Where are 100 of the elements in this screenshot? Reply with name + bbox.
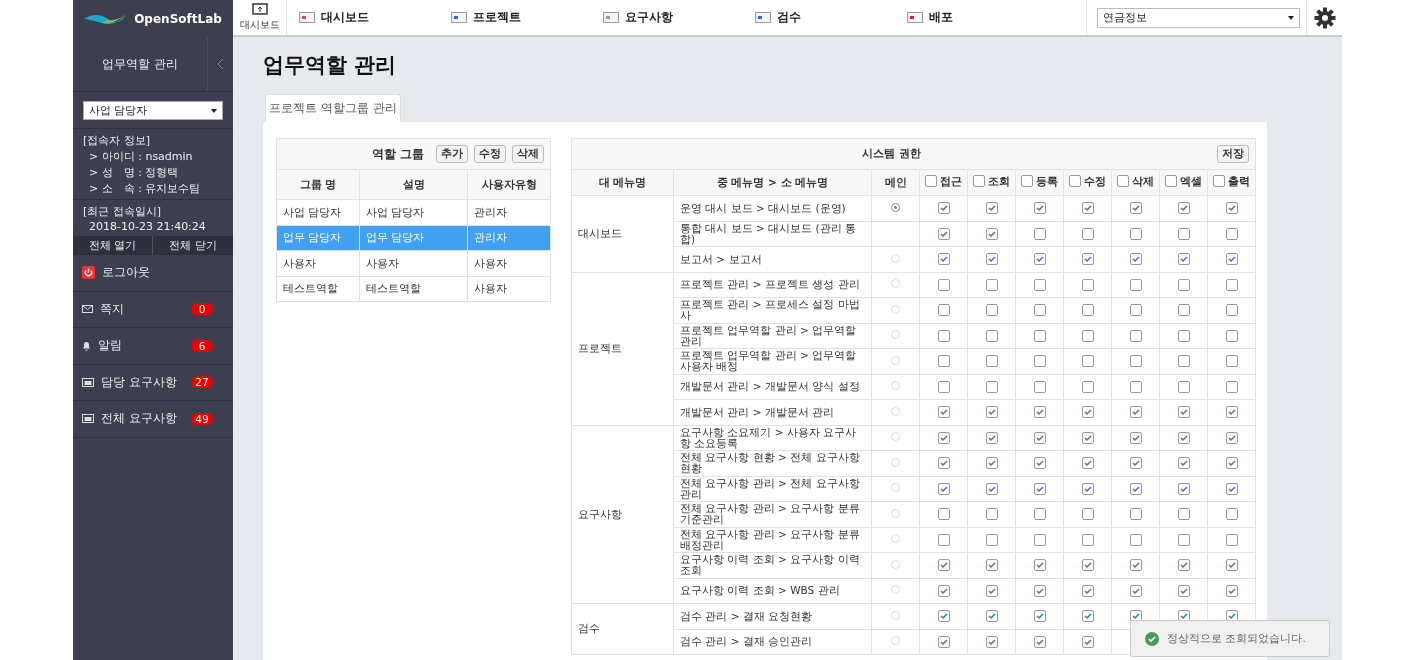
checkbox[interactable] <box>1033 278 1046 291</box>
checkbox[interactable] <box>937 278 950 291</box>
checkbox[interactable] <box>985 635 998 648</box>
checkbox[interactable] <box>1129 431 1142 444</box>
checkbox[interactable] <box>1081 227 1094 240</box>
checkbox[interactable] <box>985 508 998 521</box>
checkbox[interactable] <box>1129 457 1142 470</box>
checkbox[interactable] <box>1081 406 1094 419</box>
checkbox[interactable] <box>925 175 938 188</box>
checkbox[interactable] <box>937 227 950 240</box>
checkbox[interactable] <box>1129 227 1142 240</box>
checkbox[interactable] <box>937 406 950 419</box>
checkbox[interactable] <box>1225 253 1238 266</box>
checkbox[interactable] <box>937 355 950 368</box>
checkbox[interactable] <box>1177 227 1190 240</box>
checkbox[interactable] <box>985 482 998 495</box>
checkbox[interactable] <box>985 584 998 597</box>
checkbox[interactable] <box>1033 508 1046 521</box>
checkbox[interactable] <box>1225 559 1238 572</box>
sidebar-item[interactable]: 전체 요구사항 49 <box>73 401 233 438</box>
nav-item[interactable]: 검수 <box>755 0 907 35</box>
checkbox[interactable] <box>1033 406 1046 419</box>
checkbox[interactable] <box>1177 406 1190 419</box>
checkbox[interactable] <box>937 482 950 495</box>
checkbox[interactable] <box>1129 304 1142 317</box>
role-select[interactable]: 사업 담당자 <box>83 101 223 120</box>
checkbox[interactable] <box>1129 278 1142 291</box>
checkbox[interactable] <box>937 559 950 572</box>
table-cell[interactable]: 사용자 <box>359 250 468 276</box>
checkbox[interactable] <box>1081 635 1094 648</box>
checkbox[interactable] <box>1129 380 1142 393</box>
checkbox[interactable] <box>1033 610 1046 623</box>
toggle-button[interactable]: 전체 닫기 <box>153 236 233 255</box>
table-cell[interactable]: 테스트역할 <box>359 276 468 302</box>
checkbox[interactable] <box>1225 355 1238 368</box>
checkbox[interactable] <box>1129 533 1142 546</box>
checkbox[interactable] <box>1177 431 1190 444</box>
checkbox[interactable] <box>985 559 998 572</box>
checkbox[interactable] <box>1081 304 1094 317</box>
checkbox[interactable] <box>1225 202 1238 215</box>
checkbox[interactable] <box>1177 253 1190 266</box>
table-cell[interactable]: 사용자 <box>276 250 360 276</box>
checkbox[interactable] <box>985 380 998 393</box>
checkbox[interactable] <box>1081 278 1094 291</box>
checkbox[interactable] <box>1225 457 1238 470</box>
checkbox[interactable] <box>1081 508 1094 521</box>
checkbox[interactable] <box>1177 559 1190 572</box>
checkbox[interactable] <box>937 431 950 444</box>
checkbox[interactable] <box>1213 175 1226 188</box>
checkbox[interactable] <box>1033 457 1046 470</box>
checkbox[interactable] <box>973 175 986 188</box>
nav-item[interactable]: 프로젝트 <box>451 0 603 35</box>
checkbox[interactable] <box>985 457 998 470</box>
checkbox[interactable] <box>937 533 950 546</box>
checkbox[interactable] <box>1129 202 1142 215</box>
checkbox[interactable] <box>1129 482 1142 495</box>
checkbox[interactable] <box>1033 380 1046 393</box>
checkbox[interactable] <box>937 457 950 470</box>
checkbox[interactable] <box>1081 431 1094 444</box>
collapse-icon[interactable] <box>217 58 224 70</box>
sidebar-item[interactable]: 담당 요구사항 27 <box>73 364 233 401</box>
checkbox[interactable] <box>1117 175 1130 188</box>
checkbox[interactable] <box>1225 304 1238 317</box>
nav-item[interactable]: 배포 <box>907 0 1059 35</box>
checkbox[interactable] <box>1081 533 1094 546</box>
checkbox[interactable] <box>985 253 998 266</box>
checkbox[interactable] <box>1177 304 1190 317</box>
checkbox[interactable] <box>985 533 998 546</box>
checkbox[interactable] <box>1033 253 1046 266</box>
checkbox[interactable] <box>1225 278 1238 291</box>
home-button[interactable]: 대시보드 <box>233 0 287 35</box>
checkbox[interactable] <box>1081 355 1094 368</box>
checkbox[interactable] <box>985 304 998 317</box>
checkbox[interactable] <box>985 227 998 240</box>
checkbox[interactable] <box>985 355 998 368</box>
checkbox[interactable] <box>1069 175 1082 188</box>
table-cell[interactable]: 테스트역할 <box>276 276 360 302</box>
checkbox[interactable] <box>1129 253 1142 266</box>
checkbox[interactable] <box>1177 508 1190 521</box>
action-button[interactable]: 삭제 <box>512 145 545 163</box>
checkbox[interactable] <box>1033 635 1046 648</box>
radio-button[interactable] <box>891 202 901 212</box>
table-cell[interactable]: 사용자 <box>467 276 551 302</box>
checkbox[interactable] <box>1081 329 1094 342</box>
checkbox[interactable] <box>937 584 950 597</box>
action-button[interactable]: 추가 <box>436 145 469 163</box>
sidebar-item[interactable]: 로그아웃 <box>73 255 233 292</box>
sidebar-item[interactable]: 쪽지 0 <box>73 291 233 328</box>
checkbox[interactable] <box>1033 304 1046 317</box>
checkbox[interactable] <box>1033 482 1046 495</box>
checkbox[interactable] <box>1033 533 1046 546</box>
toggle-button[interactable]: 전체 열기 <box>73 236 153 255</box>
checkbox[interactable] <box>1225 482 1238 495</box>
table-cell[interactable]: 사업 담당자 <box>359 199 468 225</box>
checkbox[interactable] <box>937 304 950 317</box>
checkbox[interactable] <box>937 329 950 342</box>
table-cell[interactable]: 사업 담당자 <box>276 199 360 225</box>
checkbox[interactable] <box>1033 355 1046 368</box>
checkbox[interactable] <box>1129 584 1142 597</box>
checkbox[interactable] <box>1177 329 1190 342</box>
